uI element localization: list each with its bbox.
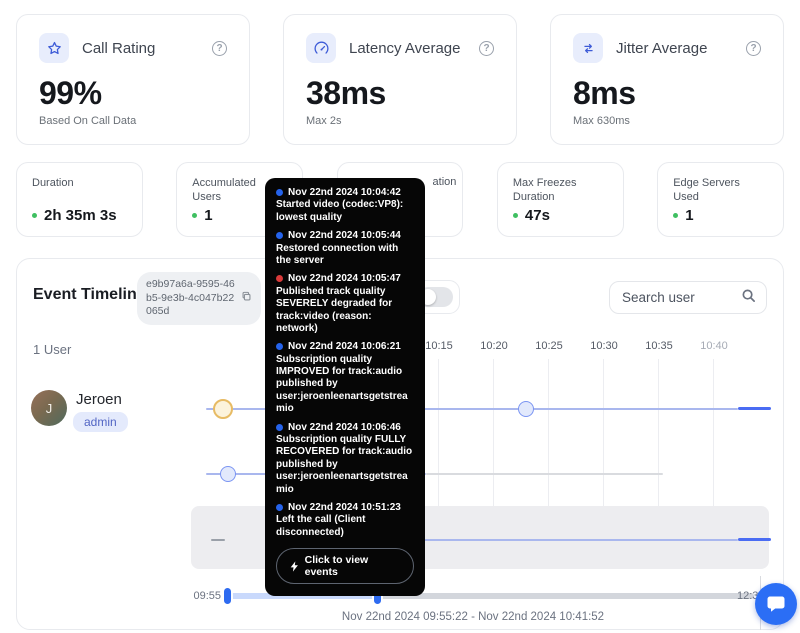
metric-subtitle: Max 2s — [306, 115, 494, 127]
transfer-arrows-icon — [573, 33, 603, 63]
status-dot — [32, 213, 37, 218]
event-item: Nov 22nd 2024 10:06:46 Subscription qual… — [276, 422, 414, 496]
metric-value: 8ms — [573, 75, 761, 112]
users-count: 1 User — [33, 342, 71, 357]
stat-label: Edge Servers Used — [673, 176, 768, 205]
copy-icon[interactable] — [241, 289, 252, 307]
axis-tick-label: 10:40 — [694, 340, 734, 352]
metric-value: 99% — [39, 75, 227, 112]
session-line-end-segment — [738, 407, 771, 410]
stat-value: 47s — [513, 207, 608, 224]
axis-tick-label: 10:35 — [639, 340, 679, 352]
metric-card-jitter: Jitter Average ? 8ms Max 630ms — [550, 14, 784, 145]
metric-card-latency: Latency Average ? 38ms Max 2s — [283, 14, 517, 145]
metric-value: 38ms — [306, 75, 494, 112]
event-dot-blue-icon — [276, 343, 283, 350]
avatar[interactable]: J — [31, 390, 67, 426]
star-icon — [39, 33, 69, 63]
user-name: Jeroen — [76, 391, 122, 408]
event-marker-warning[interactable] — [213, 399, 233, 419]
help-icon[interactable]: ? — [212, 41, 227, 56]
metric-title: Jitter Average — [616, 40, 707, 57]
lightning-icon — [290, 561, 299, 572]
session-line-end-segment — [738, 538, 771, 541]
event-marker-info[interactable] — [220, 466, 236, 482]
axis-tick-label: 10:20 — [474, 340, 514, 352]
search-input[interactable] — [622, 290, 741, 305]
gauge-icon — [306, 33, 336, 63]
metric-subtitle: Based On Call Data — [39, 115, 227, 127]
event-item: Nov 22nd 2024 10:05:47 Published track q… — [276, 273, 414, 335]
slider-handle-start[interactable] — [224, 588, 231, 604]
metric-title: Call Rating — [82, 40, 155, 57]
search-icon[interactable] — [741, 288, 756, 308]
role-badge: admin — [73, 412, 128, 432]
status-dot — [192, 213, 197, 218]
slider-start-label: 09:55 — [173, 590, 221, 602]
metric-cards-row: Call Rating ? 99% Based On Call Data Lat… — [16, 14, 784, 145]
stat-card-edge-servers: Edge Servers Used 1 — [657, 162, 784, 237]
stat-value: 1 — [673, 207, 768, 224]
help-icon[interactable]: ? — [746, 41, 761, 56]
track-start-dash — [211, 539, 225, 541]
selected-range-text: Nov 22nd 2024 09:55:22 - Nov 22nd 2024 1… — [243, 611, 703, 623]
stat-label: Duration — [32, 176, 127, 190]
event-dot-blue-icon — [276, 189, 283, 196]
stat-card-max-freezes: Max Freezes Duration 47s — [497, 162, 624, 237]
event-dot-blue-icon — [276, 232, 283, 239]
axis-tick-label: 10:30 — [584, 340, 624, 352]
session-line-inactive — [426, 473, 663, 475]
event-dot-red-icon — [276, 275, 283, 282]
call-id-pill[interactable]: e9b97a6a-9595-46b5-9e3b-4c047b22065d — [137, 272, 261, 325]
event-item: Nov 22nd 2024 10:04:42 Started video (co… — [276, 187, 414, 224]
metric-title: Latency Average — [349, 40, 460, 57]
events-tooltip: Nov 22nd 2024 10:04:42 Started video (co… — [265, 178, 425, 596]
stat-value: 2h 35m 3s — [32, 207, 127, 224]
axis-tick-label: 10:15 — [419, 340, 459, 352]
panel-title: Event Timeline — [33, 286, 146, 304]
chat-launcher-button[interactable] — [755, 583, 797, 625]
status-dot — [673, 213, 678, 218]
chat-bubble-icon — [766, 594, 786, 614]
metric-card-call-rating: Call Rating ? 99% Based On Call Data — [16, 14, 250, 145]
metric-subtitle: Max 630ms — [573, 115, 761, 127]
event-item: Nov 22nd 2024 10:06:21 Subscription qual… — [276, 341, 414, 415]
stat-label: Accumulated Users — [192, 176, 272, 205]
help-icon[interactable]: ? — [479, 41, 494, 56]
event-item: Nov 22nd 2024 10:51:23 Left the call (Cl… — [276, 502, 414, 539]
stat-label-fragment: ation — [433, 176, 457, 188]
event-item: Nov 22nd 2024 10:05:44 Restored connecti… — [276, 230, 414, 267]
view-events-button[interactable]: Click to view events — [276, 548, 414, 584]
stat-label: Max Freezes Duration — [513, 176, 608, 205]
call-id-text: e9b97a6a-9595-46b5-9e3b-4c047b22065d — [146, 278, 237, 319]
event-dot-blue-icon — [276, 424, 283, 431]
user-search — [609, 281, 767, 314]
event-dot-blue-icon — [276, 504, 283, 511]
status-dot — [513, 213, 518, 218]
axis-tick-label: 10:25 — [529, 340, 569, 352]
stat-card-duration: Duration 2h 35m 3s — [16, 162, 143, 237]
event-marker-info[interactable] — [518, 401, 534, 417]
